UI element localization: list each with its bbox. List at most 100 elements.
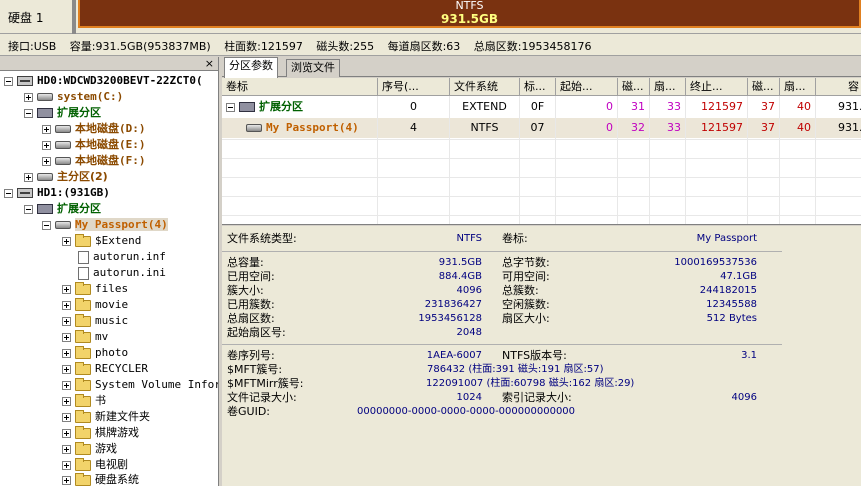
partition-block[interactable]: NTFS 931.5GB (78, 0, 861, 28)
expand-icon[interactable] (62, 364, 71, 374)
details-separator (222, 344, 782, 345)
expand-icon[interactable] (62, 236, 71, 246)
drive-icon (55, 221, 71, 229)
collapse-icon[interactable] (42, 220, 51, 230)
cell-start-head: 31 (618, 97, 650, 117)
table-row[interactable]: 扩展分区 0 EXTEND 0F 0 31 33 121597 37 40 93… (222, 97, 861, 117)
tree-node-files[interactable]: files (62, 281, 128, 297)
expand-icon[interactable] (62, 428, 71, 438)
tree-node-recycler[interactable]: RECYCLER (62, 361, 148, 377)
grid-column-line (617, 96, 618, 224)
tree-node-extend[interactable]: $Extend (62, 233, 141, 249)
sector-size-value: 512 Bytes (706, 313, 757, 324)
drive-icon (37, 93, 53, 101)
expand-icon[interactable] (62, 284, 71, 294)
expand-icon[interactable] (24, 92, 33, 102)
table-row[interactable]: My Passport(4) 4 NTFS 07 0 32 33 121597 … (222, 118, 861, 138)
tree-node-hd0[interactable]: HD0:WDCWD3200BEVT-22ZCT0( (4, 73, 203, 89)
grid-line (222, 177, 861, 178)
col-start-sec[interactable]: 扇... (650, 78, 686, 96)
folder-icon (75, 377, 91, 391)
cell-start-sec: 33 (650, 118, 686, 138)
partition-table[interactable]: 卷标 序号(... 文件系统 标... 起始... 磁... 扇... 终止..… (222, 78, 861, 225)
expand-icon[interactable] (62, 348, 71, 358)
col-seq[interactable]: 序号(... (378, 78, 450, 96)
expand-icon[interactable] (24, 172, 33, 182)
col-filesystem[interactable]: 文件系统 (450, 78, 520, 96)
col-volume-label[interactable]: 卷标 (222, 78, 378, 96)
tree-node-games[interactable]: 游戏 (62, 441, 117, 457)
col-start-head[interactable]: 磁... (618, 78, 650, 96)
tree-node-system-c[interactable]: system(C:) (24, 89, 123, 105)
expand-icon[interactable] (62, 412, 71, 422)
folder-icon (75, 233, 91, 247)
tree-node-music[interactable]: music (62, 313, 128, 329)
tree-node-local-f[interactable]: 本地磁盘(F:) (42, 153, 146, 169)
collapse-icon[interactable] (4, 76, 13, 86)
tree-node-my-passport[interactable]: My Passport(4) (42, 217, 168, 233)
tree-node-board-games[interactable]: 棋牌游戏 (62, 425, 139, 441)
tree-node-local-d[interactable]: 本地磁盘(D:) (42, 121, 146, 137)
expand-icon[interactable] (62, 300, 71, 310)
disk-map-bar: 硬盘 1 NTFS 931.5GB (0, 0, 861, 34)
collapse-icon[interactable] (226, 102, 235, 112)
collapse-icon[interactable] (24, 108, 33, 118)
heads-info: 磁头数:255 (316, 40, 375, 53)
tree-node-autorun-ini[interactable]: autorun.ini (75, 265, 166, 281)
tree-node-mv[interactable]: mv (62, 329, 108, 345)
col-end-sec[interactable]: 扇... (780, 78, 816, 96)
total-bytes-label: 总字节数: (502, 256, 550, 269)
folder-icon (75, 425, 91, 439)
tree-node-extended-1[interactable]: 扩展分区 (24, 201, 101, 217)
cell-start-cyl: 0 (556, 118, 618, 138)
expand-icon[interactable] (62, 444, 71, 454)
tree-node-hd1[interactable]: HD1:(931GB) (4, 185, 110, 201)
tree-node-system-volume-info[interactable]: System Volume Inform (62, 377, 218, 393)
expand-icon[interactable] (62, 316, 71, 326)
tree-node-local-e[interactable]: 本地磁盘(E:) (42, 137, 146, 153)
extended-partition-icon (239, 102, 255, 112)
folder-icon (75, 393, 91, 407)
cell-start-head: 32 (618, 118, 650, 138)
tree-node-new-folder[interactable]: 新建文件夹 (62, 409, 150, 425)
col-capacity[interactable]: 容 (816, 78, 861, 96)
expand-icon[interactable] (62, 396, 71, 406)
tree-node-extended-0[interactable]: 扩展分区 (24, 105, 101, 121)
collapse-icon[interactable] (24, 204, 33, 214)
total-sectors-info: 总扇区数:1953458176 (473, 40, 592, 53)
expand-icon[interactable] (62, 380, 71, 390)
tab-browse-files[interactable]: 浏览文件 (286, 59, 340, 77)
expand-icon[interactable] (42, 124, 51, 134)
expand-icon[interactable] (42, 156, 51, 166)
disk-tree-pane[interactable]: × HD0:WDCWD3200BEVT-22ZCT0( system(C:) 扩… (0, 57, 219, 486)
cluster-size-value: 4096 (456, 285, 482, 296)
tree-node-tv-series[interactable]: 电视剧 (62, 457, 128, 473)
grid-column-line (519, 96, 520, 224)
tab-partition-params[interactable]: 分区参数 (224, 57, 278, 78)
expand-icon[interactable] (62, 475, 71, 485)
free-label: 可用空间: (502, 270, 550, 283)
close-icon[interactable]: × (205, 57, 214, 70)
tree-node-disk-system[interactable]: 硬盘系统 (62, 472, 139, 486)
expand-icon[interactable] (62, 332, 71, 342)
volume-label-label: 卷标: (502, 232, 528, 245)
tree-node-autorun-inf[interactable]: autorun.inf (75, 249, 166, 265)
folder-icon (75, 361, 91, 375)
col-start-cyl[interactable]: 起始... (556, 78, 618, 96)
folder-icon (75, 409, 91, 423)
grid-column-line (685, 96, 686, 224)
tree-node-primary-2[interactable]: 主分区(2) (24, 169, 108, 185)
col-end-cyl[interactable]: 终止... (686, 78, 748, 96)
expand-icon[interactable] (62, 460, 71, 470)
expand-icon[interactable] (42, 140, 51, 150)
tree-node-book[interactable]: 书 (62, 393, 106, 409)
tree-node-photo[interactable]: photo (62, 345, 128, 361)
collapse-icon[interactable] (4, 188, 13, 198)
col-end-head[interactable]: 磁... (748, 78, 780, 96)
grid-line (222, 215, 861, 216)
file-icon (78, 266, 89, 280)
col-flag[interactable]: 标... (520, 78, 556, 96)
tree-node-movie[interactable]: movie (62, 297, 128, 313)
cell-end-sec: 40 (780, 118, 816, 138)
cell-filesystem: NTFS (450, 118, 520, 138)
